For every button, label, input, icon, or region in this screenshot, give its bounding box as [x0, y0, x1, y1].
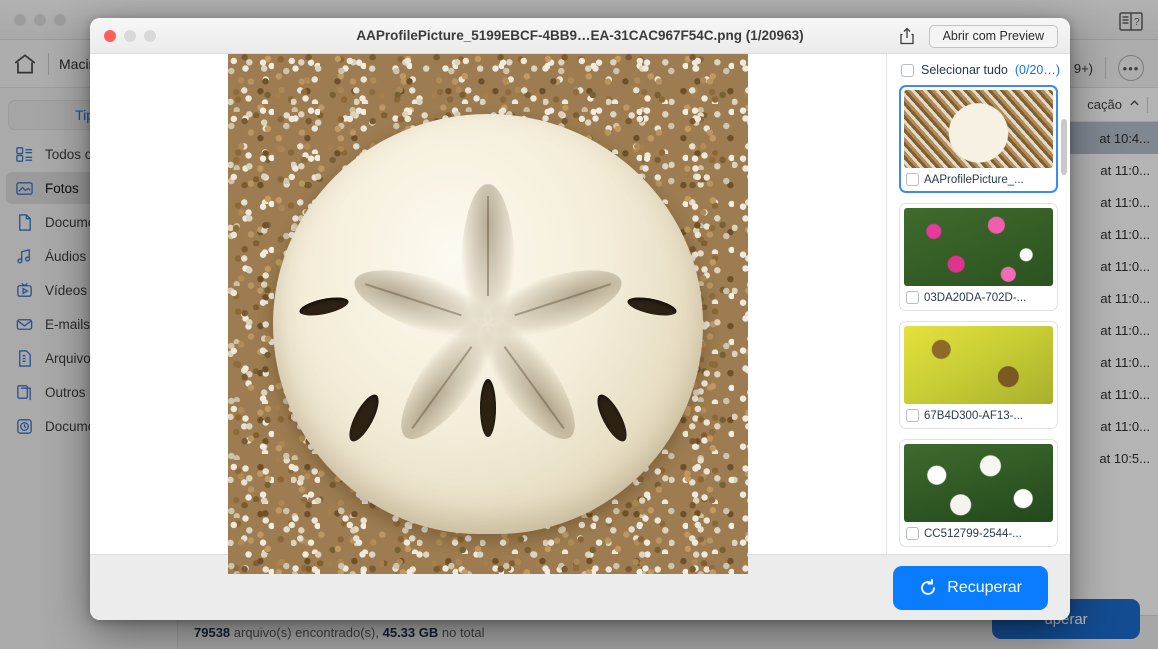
sidebar-item-label: Docume [45, 418, 96, 434]
document-icon [15, 213, 34, 232]
mail-icon [15, 315, 34, 334]
column-divider [1147, 96, 1148, 113]
thumbnail-scrollbar[interactable] [1061, 119, 1067, 175]
others-icon [15, 383, 34, 402]
toolbar-divider [48, 52, 49, 75]
thumbnail-filename: 03DA20DA-702D-... [924, 291, 1027, 304]
sidebar-item-label: Vídeos [45, 282, 88, 298]
screen-root: Macint Tipo Todos o Fotos Docume Áudios … [0, 0, 1158, 649]
row-time: at 11:0... [1100, 162, 1150, 178]
modal-title-actions: Abrir com Preview [899, 18, 1058, 54]
background-traffic-lights[interactable] [14, 14, 66, 26]
modal-traffic-lights[interactable] [104, 30, 156, 42]
thumbnail-image [904, 444, 1053, 522]
row-time: at 11:0... [1100, 322, 1150, 338]
close-window-icon[interactable] [104, 30, 116, 42]
status-total-size: 45.33 GB [382, 625, 439, 640]
sidebar-item-label: Docume [45, 214, 96, 230]
status-file-count: 79538 [194, 625, 231, 640]
chevron-up-icon[interactable] [1129, 97, 1140, 112]
share-icon[interactable] [899, 27, 915, 45]
close-window-icon[interactable] [14, 14, 26, 26]
image-preview-pane [90, 54, 886, 574]
sidebar-item-label: E-mails [45, 316, 91, 332]
row-time: at 11:0... [1100, 258, 1150, 274]
thumbnail-checkbox[interactable] [906, 291, 919, 304]
row-time: at 11:0... [1100, 194, 1150, 210]
recover-button-label: Recuperar [947, 578, 1022, 596]
sidebar-item-label: Outros [45, 384, 86, 400]
slot [297, 294, 350, 320]
zoom-window-icon[interactable] [144, 30, 156, 42]
open-with-preview-button[interactable]: Abrir com Preview [928, 24, 1058, 48]
thumbnail-label-row: 67B4D300-AF13-... [904, 404, 1053, 424]
archive-icon [15, 349, 34, 368]
video-icon [15, 281, 34, 300]
recover-button[interactable]: Recuperar [893, 565, 1048, 610]
preview-modal-window: AAProfilePicture_5199EBCF-4BB9…EA-31CAC9… [90, 18, 1070, 620]
minimize-window-icon[interactable] [34, 14, 46, 26]
select-all-checkbox[interactable] [901, 63, 914, 77]
thumbnail-checkbox[interactable] [906, 409, 919, 422]
subbar-divider [1105, 57, 1106, 79]
status-middle-text: arquivo(s) encontrado(s), [230, 625, 383, 640]
thumbnail-image [904, 90, 1053, 168]
slot [343, 390, 384, 445]
thumbnail-item[interactable]: AAProfilePicture_... [899, 85, 1058, 193]
row-time: at 10:4... [1099, 130, 1150, 146]
sidebar-item-label: Arquivo [45, 350, 91, 366]
audio-icon [15, 247, 34, 266]
row-time: at 11:0... [1100, 386, 1150, 402]
svg-text:?: ? [1134, 17, 1140, 28]
select-all-count: (0/20…) [1014, 63, 1061, 77]
thumbnail-label-row: 03DA20DA-702D-... [904, 286, 1053, 306]
sand-dollar [273, 114, 703, 535]
list-icon [15, 145, 34, 164]
thumbnail-image [904, 208, 1053, 286]
thumbnail-item[interactable]: 67B4D300-AF13-... [899, 321, 1058, 429]
thumbnail-sidebar: Selecionar tudo (0/20…) AAProfilePicture… [886, 54, 1070, 554]
book-help-icon[interactable]: ? [1118, 10, 1144, 32]
minimize-window-icon[interactable] [124, 30, 136, 42]
thumbnail-checkbox[interactable] [906, 173, 919, 186]
thumbnail-filename: CC512799-2544-... [924, 527, 1022, 540]
row-time: at 11:0... [1100, 418, 1150, 434]
select-all-row[interactable]: Selecionar tudo (0/20…) [887, 54, 1070, 85]
thumbnail-label-row: AAProfilePicture_... [904, 168, 1053, 188]
result-count-badge: 9+) [1073, 60, 1093, 76]
preview-image [228, 54, 748, 574]
sidebar-item-label: Todos o [45, 146, 93, 162]
photo-icon [15, 179, 34, 198]
slot [592, 390, 633, 445]
status-tail-text: no total [438, 625, 485, 640]
refresh-icon [919, 578, 937, 597]
thumbnail-checkbox[interactable] [906, 527, 919, 540]
modal-titlebar: AAProfilePicture_5199EBCF-4BB9…EA-31CAC9… [90, 18, 1070, 54]
thumbnail-filename: 67B4D300-AF13-... [924, 409, 1024, 422]
row-time: at 11:0... [1100, 354, 1150, 370]
zoom-window-icon[interactable] [54, 14, 66, 26]
recent-document-icon [15, 417, 34, 436]
thumbnail-label-row: CC512799-2544-... [904, 522, 1053, 542]
row-time: at 11:0... [1100, 226, 1150, 242]
sidebar-item-label: Áudios [45, 248, 87, 264]
ellipsis-icon[interactable]: ••• [1118, 55, 1144, 81]
slot [480, 378, 496, 437]
thumbnail-image [904, 326, 1053, 404]
thumbnail-item[interactable]: 03DA20DA-702D-... [899, 203, 1058, 311]
row-time: at 11:0... [1100, 290, 1150, 306]
sidebar-item-label: Fotos [45, 180, 79, 196]
modal-body: Selecionar tudo (0/20…) AAProfilePicture… [90, 54, 1070, 574]
select-all-label: Selecionar tudo [921, 63, 1008, 77]
home-icon[interactable] [12, 51, 38, 77]
row-time: at 10:5... [1099, 450, 1150, 466]
column-header-label[interactable]: cação [1087, 97, 1122, 112]
thumbnail-item[interactable]: CC512799-2544-... [899, 439, 1058, 547]
thumbnail-list[interactable]: AAProfilePicture_... 03DA20DA-702D-... 6… [887, 85, 1070, 554]
slot [626, 294, 679, 320]
thumbnail-filename: AAProfilePicture_... [924, 173, 1024, 186]
